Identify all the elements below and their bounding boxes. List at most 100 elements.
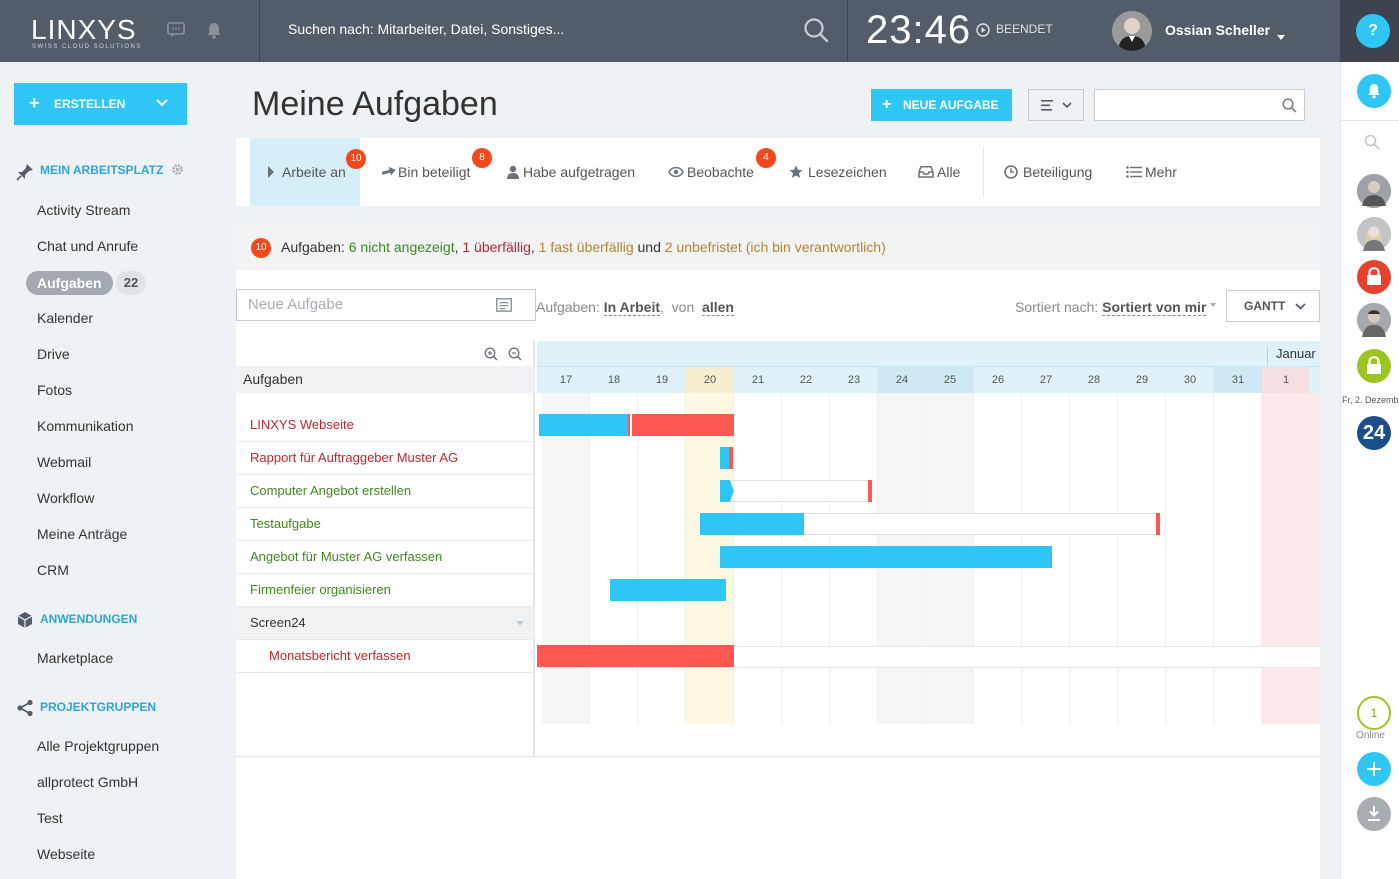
sidebar-item-kommunikation[interactable]: Kommunikation — [37, 418, 134, 434]
gantt-bar-overdue[interactable] — [628, 414, 734, 436]
task-row[interactable]: Firmenfeier organisieren — [236, 574, 534, 607]
calendar-date: Fr, 2. Dezember — [1342, 395, 1399, 405]
task-row[interactable]: Rapport für Auftraggeber Muster AG — [236, 442, 534, 475]
new-task-button[interactable]: + NEUE AUFGABE — [871, 89, 1012, 121]
gear-icon[interactable] — [171, 163, 184, 181]
chevron-down-icon[interactable] — [156, 96, 168, 110]
new-task-input[interactable]: Neue Aufgabe — [236, 289, 536, 321]
bell-icon[interactable] — [206, 22, 222, 44]
chat-icon[interactable] — [167, 22, 185, 43]
chevron-down-icon[interactable] — [1210, 303, 1216, 307]
sort-link[interactable]: Sortiert von mir — [1102, 299, 1207, 316]
create-button[interactable]: + ERSTELLEN — [14, 83, 187, 125]
day-label: 31 — [1214, 367, 1262, 393]
zoom-out-icon[interactable] — [508, 347, 522, 361]
section-apps[interactable]: ANWENDUNGEN — [40, 612, 137, 626]
notifications-button[interactable] — [1357, 74, 1391, 108]
workday-status[interactable]: BEENDET — [996, 22, 1053, 36]
section-groups[interactable]: PROJEKTGRUPPEN — [40, 700, 156, 714]
summary-hidden-link[interactable]: 6 nicht angezeigt — [349, 239, 455, 255]
chevron-down-icon[interactable] — [516, 621, 524, 626]
logo[interactable]: LINXYS SWISS CLOUD SOLUTIONS — [0, 0, 260, 62]
sidebar-item-webmail[interactable]: Webmail — [37, 454, 91, 470]
sidebar-item-chat[interactable]: Chat und Anrufe — [37, 238, 138, 254]
filter-from-link[interactable]: allen — [702, 299, 734, 316]
task-filter-input[interactable] — [1094, 89, 1305, 121]
gantt-bar[interactable] — [720, 546, 1052, 568]
add-button[interactable] — [1357, 752, 1391, 786]
sidebar-item-aufgaben[interactable]: Aufgaben — [26, 271, 113, 295]
sidebar-item-webseite[interactable]: Webseite — [37, 846, 95, 862]
contact-avatar[interactable] — [1357, 217, 1391, 251]
tab-arbeite-an[interactable]: Arbeite an — [250, 138, 360, 206]
help-button[interactable]: ? — [1356, 14, 1390, 48]
chevron-down-icon — [1295, 303, 1306, 310]
contact-avatar[interactable] — [1357, 174, 1391, 208]
calendar-day-button[interactable]: 24 — [1357, 416, 1391, 450]
sidebar-item-crm[interactable]: CRM — [37, 562, 69, 578]
summary-count-badge: 10 — [251, 238, 271, 258]
summary-overdue-link[interactable]: 1 überfällig — [462, 239, 531, 255]
gantt-bar[interactable] — [610, 579, 726, 601]
task-name[interactable]: Testaufgabe — [250, 516, 321, 531]
gantt-bar[interactable] — [720, 447, 729, 469]
play-icon[interactable] — [976, 23, 990, 42]
tab-badge: 4 — [756, 148, 776, 168]
search-icon[interactable] — [1364, 134, 1380, 150]
summary-and: und — [637, 239, 661, 255]
tab-label: Bin beteiligt — [398, 164, 471, 180]
gantt-task-list: Aufgaben LINXYS Webseite Rapport für Auf… — [236, 341, 535, 757]
online-count[interactable]: 1 — [1357, 696, 1391, 730]
sidebar-item-activity-stream[interactable]: Activity Stream — [37, 202, 130, 218]
gantt-bar-overdue[interactable] — [537, 645, 734, 667]
search-icon[interactable] — [803, 17, 829, 48]
zoom-in-icon[interactable] — [484, 347, 498, 361]
sidebar-item-allprotect[interactable]: allprotect GmbH — [37, 774, 138, 790]
sidebar-item-antraege[interactable]: Meine Anträge — [37, 526, 127, 542]
section-workplace[interactable]: MEIN ARBEITSPLATZ — [40, 163, 163, 177]
sidebar-item-marketplace[interactable]: Marketplace — [37, 650, 113, 666]
sidebar-item-workflow[interactable]: Workflow — [37, 490, 94, 506]
form-icon[interactable] — [496, 298, 512, 312]
filter-status-link[interactable]: In Arbeit — [603, 299, 660, 316]
search-icon[interactable] — [1282, 98, 1297, 113]
task-row[interactable]: Computer Angebot erstellen — [236, 475, 534, 508]
task-name[interactable]: Computer Angebot erstellen — [250, 483, 411, 498]
sidebar-item-kalender[interactable]: Kalender — [37, 310, 93, 326]
user-name[interactable]: Ossian Scheller — [1165, 22, 1270, 38]
gantt-bar[interactable] — [539, 414, 628, 436]
search-input[interactable]: Suchen nach: Mitarbeiter, Datei, Sonstig… — [288, 21, 564, 37]
sidebar-item-test[interactable]: Test — [37, 810, 63, 826]
day-label: 1 — [1262, 367, 1310, 393]
day-label: 24 — [878, 367, 926, 393]
summary-almost-link[interactable]: 1 fast überfällig — [539, 239, 634, 255]
lock-icon[interactable] — [1357, 260, 1391, 294]
gantt-bar-planned[interactable] — [727, 480, 872, 502]
sidebar-item-all-groups[interactable]: Alle Projektgruppen — [37, 738, 159, 754]
download-button[interactable] — [1357, 797, 1391, 831]
global-search[interactable]: Suchen nach: Mitarbeiter, Datei, Sonstig… — [260, 0, 848, 62]
group-row[interactable]: Screen24 — [236, 607, 534, 640]
contact-avatar[interactable] — [1357, 303, 1391, 337]
summary-unlimited-link[interactable]: 2 unbefristet (ich bin verantwortlich) — [665, 239, 886, 255]
sidebar-item-fotos[interactable]: Fotos — [37, 382, 72, 398]
task-name[interactable]: Firmenfeier organisieren — [250, 582, 391, 597]
task-name[interactable]: Rapport für Auftraggeber Muster AG — [250, 450, 458, 465]
task-row[interactable]: Testaufgabe — [236, 508, 534, 541]
gantt-bar-planned[interactable] — [803, 513, 1160, 535]
sidebar-item-drive[interactable]: Drive — [37, 346, 70, 362]
view-select-gantt[interactable]: GANTT — [1226, 290, 1320, 322]
task-row[interactable]: LINXYS Webseite — [236, 409, 534, 442]
gantt-bar-overdue[interactable] — [729, 447, 733, 469]
task-panel: Neue Aufgabe Aufgaben: In Arbeit, von al… — [236, 270, 1320, 879]
task-row[interactable]: Monatsbericht verfassen — [236, 640, 534, 673]
task-name[interactable]: Monatsbericht verfassen — [269, 648, 411, 663]
gantt-bar[interactable] — [700, 513, 804, 535]
task-name[interactable]: LINXYS Webseite — [250, 417, 354, 432]
task-name[interactable]: Angebot für Muster AG verfassen — [250, 549, 442, 564]
task-row[interactable]: Angebot für Muster AG verfassen — [236, 541, 534, 574]
avatar[interactable] — [1112, 11, 1152, 51]
view-mode-button[interactable] — [1028, 89, 1084, 121]
lock-icon[interactable] — [1357, 349, 1391, 383]
chevron-down-icon[interactable] — [1277, 27, 1285, 45]
